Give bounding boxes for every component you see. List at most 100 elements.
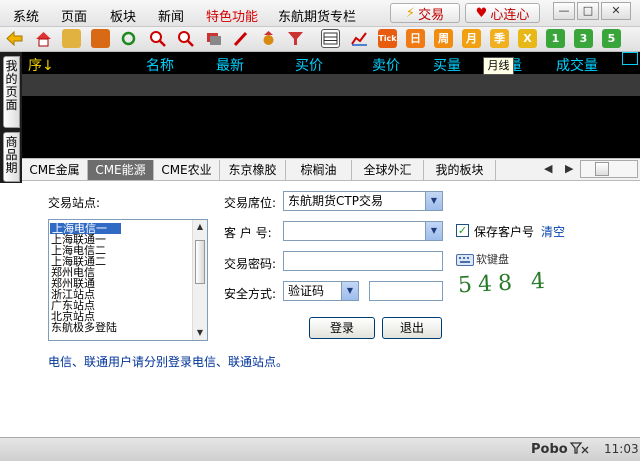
tab-palm-oil[interactable]: 棕榈油	[286, 160, 352, 180]
tab-next-icon[interactable]: ▶	[565, 162, 573, 175]
security-select[interactable]: 验证码 ▼	[283, 281, 359, 301]
tab-my-boards[interactable]: 我的板块	[424, 160, 496, 180]
col-ask[interactable]: 卖价	[372, 55, 400, 75]
menu-news[interactable]: 新闻	[158, 6, 184, 25]
site-item[interactable]: 东航极多登陆	[51, 322, 117, 333]
day-button[interactable]: 日	[406, 29, 425, 48]
menu-bar: 系统 页面 板块 新闻 特色功能 东航期货专栏 ⚡ 交易 ♥ 心连心 — □ ✕	[0, 0, 640, 27]
chevron-down-icon[interactable]: ▼	[425, 222, 442, 240]
pen-icon[interactable]	[231, 29, 250, 48]
x-button[interactable]: X	[518, 29, 537, 48]
window-icon[interactable]	[204, 29, 223, 48]
login-button[interactable]: 登录	[309, 317, 375, 339]
month-button[interactable]: 月	[462, 29, 481, 48]
filter-status-icon[interactable]	[569, 441, 590, 459]
table-view-icon[interactable]	[321, 29, 340, 48]
f10-icon[interactable]	[91, 29, 110, 48]
site-list-scrollbar[interactable]: ▲ ▼	[192, 220, 207, 340]
tab-global-forex[interactable]: 全球外汇	[352, 160, 424, 180]
captcha-input[interactable]	[369, 281, 443, 301]
period-1-button[interactable]: 1	[546, 29, 565, 48]
stack-icon[interactable]	[62, 29, 81, 48]
login-panel: 交易站点: 上海电信一 上海联通一 上海电信二 上海联通二 郑州电信 郑州联通 …	[0, 183, 640, 437]
zoom-in-icon[interactable]	[148, 29, 167, 48]
col-bid[interactable]: 买价	[295, 55, 323, 75]
col-volume[interactable]: 成交量	[556, 55, 598, 75]
menu-page[interactable]: 页面	[61, 6, 87, 25]
menu-system[interactable]: 系统	[13, 6, 39, 25]
tab-my-page[interactable]: 我的页面	[3, 56, 20, 128]
maximize-icon: □	[582, 4, 594, 17]
menu-special-features[interactable]: 特色功能	[206, 6, 258, 25]
season-button[interactable]: 季	[490, 29, 509, 48]
tooltip-monthly: 月线	[483, 57, 514, 75]
quote-table-header: 序↓ 名称 最新 买价 卖价 买量 卖量 成交量	[22, 52, 640, 75]
save-account-checkbox[interactable]: ✓	[456, 224, 469, 237]
chevron-down-icon[interactable]: ▼	[341, 282, 358, 300]
minimize-button[interactable]: —	[553, 2, 575, 20]
menu-dh-column[interactable]: 东航期货专栏	[278, 6, 356, 25]
minimize-icon: —	[558, 4, 570, 17]
chevron-down-icon[interactable]: ▼	[425, 192, 442, 210]
menu-board[interactable]: 板块	[110, 6, 136, 25]
period-5-button[interactable]: 5	[602, 29, 621, 48]
captcha-image[interactable]: 548 4	[457, 269, 551, 299]
seat-label: 交易席位:	[224, 196, 277, 210]
horizontal-scrollbar[interactable]	[580, 160, 638, 178]
left-tab-strip: 我的页面 商品期	[0, 52, 22, 184]
drawing-icon[interactable]	[259, 29, 278, 48]
close-button[interactable]: ✕	[601, 2, 631, 20]
account-input[interactable]: ▼	[283, 221, 443, 241]
exit-button[interactable]: 退出	[382, 317, 442, 339]
sort-column[interactable]: 序↓	[28, 55, 54, 75]
tab-cme-metals[interactable]: CME金属	[22, 160, 88, 180]
period-3-button[interactable]: 3	[574, 29, 593, 48]
scroll-thumb[interactable]	[195, 240, 205, 284]
week-button[interactable]: 周	[434, 29, 453, 48]
clear-link[interactable]: 清空	[541, 223, 565, 240]
seat-select[interactable]: 东航期货CTP交易 ▼	[283, 191, 443, 211]
tab-goods-period[interactable]: 商品期	[3, 132, 20, 182]
lightning-icon: ⚡	[405, 5, 416, 21]
tab-goods-period-label: 商品期	[5, 135, 18, 175]
board-tab-bar: CME金属 CME能源 CME农业 东京橡胶 棕榈油 全球外汇 我的板块 ◀ ▶	[22, 158, 640, 181]
trade-button[interactable]: ⚡ 交易	[390, 3, 460, 23]
tab-cme-energy[interactable]: CME能源	[88, 160, 154, 180]
col-latest[interactable]: 最新	[216, 55, 244, 75]
status-bar: Pobo 11:03	[0, 437, 640, 461]
soft-keyboard-button[interactable]: 软键盘	[456, 251, 509, 268]
trend-chart-icon[interactable]	[350, 29, 369, 48]
table-row[interactable]	[22, 74, 640, 96]
seat-value: 东航期货CTP交易	[288, 194, 383, 208]
col-name[interactable]: 名称	[146, 55, 174, 75]
column-settings-icon[interactable]	[622, 52, 638, 65]
password-input[interactable]	[283, 251, 443, 271]
zoom-out-icon[interactable]	[176, 29, 195, 48]
toolbar: Tick 日 周 月 季 X 1 3 5	[0, 27, 640, 52]
quote-table: 序↓ 名称 最新 买价 卖价 买量 卖量 成交量	[22, 52, 640, 158]
site-list[interactable]: 上海电信一 上海联通一 上海电信二 上海联通二 郑州电信 郑州联通 浙江站点 广…	[48, 219, 208, 341]
keyboard-icon	[456, 253, 474, 266]
tab-tokyo-rubber[interactable]: 东京橡胶	[220, 160, 286, 180]
scroll-up-icon[interactable]: ▲	[194, 221, 206, 233]
clock: 11:03	[604, 442, 639, 456]
tick-button[interactable]: Tick	[378, 29, 397, 48]
home-icon[interactable]	[34, 29, 53, 48]
password-label: 交易密码:	[224, 257, 277, 271]
back-arrow-icon[interactable]	[5, 29, 24, 48]
close-icon: ✕	[611, 4, 621, 17]
scroll-thumb[interactable]	[595, 162, 609, 176]
trade-label: 交易	[418, 7, 445, 23]
filter-icon[interactable]	[286, 29, 305, 48]
tab-cme-agriculture[interactable]: CME农业	[154, 160, 220, 180]
soft-keyboard-label: 软键盘	[476, 253, 509, 266]
maximize-button[interactable]: □	[577, 2, 599, 20]
col-bid-volume[interactable]: 买量	[433, 55, 461, 75]
xinlianxin-button[interactable]: ♥ 心连心	[465, 3, 540, 23]
brand-label: Pobo	[531, 442, 568, 457]
security-value: 验证码	[288, 284, 325, 298]
tab-prev-icon[interactable]: ◀	[544, 162, 552, 175]
refresh-icon[interactable]	[119, 29, 138, 48]
site-label: 交易站点:	[48, 196, 101, 210]
scroll-down-icon[interactable]: ▼	[194, 327, 206, 339]
